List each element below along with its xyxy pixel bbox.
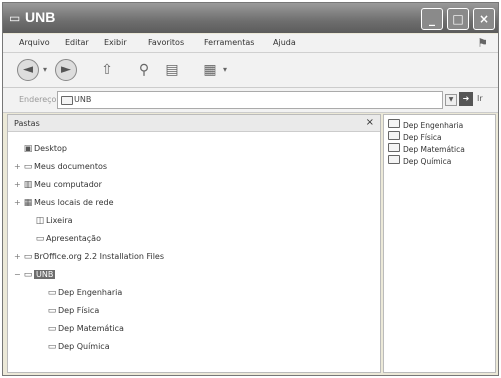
tree-item-label: Apresentação [46,234,101,243]
close-pane-icon[interactable]: × [366,117,374,128]
tree-item[interactable]: ▭ Dep Engenharia [38,285,123,301]
tree-item[interactable]: ◫ Lixeira [26,213,73,229]
folder-icon [61,96,73,105]
explorer-window: ▭ UNB _ □ × Arquivo Editar Exibir Favori… [2,2,499,376]
expander-icon[interactable]: + [14,195,22,211]
close-button[interactable]: × [473,8,495,30]
window-title: UNB [25,9,56,25]
file-list-label: Dep Física [403,133,442,142]
menu-bar: Arquivo Editar Exibir Favoritos Ferramen… [3,34,498,53]
tree-item[interactable]: + ▥ Meu computador [14,177,102,193]
menu-exibir[interactable]: Exibir [104,38,127,47]
folder-icon: ▭ [47,288,57,298]
folder-icon: ▭ [47,342,57,352]
views-dropdown-icon[interactable]: ▾ [221,59,229,81]
tree-item[interactable]: ▭ Dep Física [38,303,99,319]
tree-item[interactable]: + ▦ Meus locais de rede [14,195,114,211]
folder-open-icon: ▭ [23,270,33,280]
go-arrow-icon[interactable]: ➜ [459,92,473,106]
expander-icon[interactable]: + [14,249,22,265]
address-dropdown-icon[interactable]: ▼ [445,94,457,106]
address-bar: Endereço UNB ▼ ➜ Ir [3,88,498,113]
tree-item-label: UNB [34,270,56,279]
up-folder-icon[interactable]: ⇧ [99,59,115,81]
file-list-item[interactable]: Dep Química [388,155,451,167]
folders-pane-title: Pastas [14,119,40,128]
folder-icon: ▭ [23,162,33,172]
file-list-label: Dep Matemática [403,145,465,154]
network-icon: ▦ [23,198,33,208]
toolbar: ◄ ▾ ► ⇧ ⚲ ▤ ▦ ▾ [3,53,498,88]
tree-item-label: Lixeira [46,216,73,225]
windows-logo-icon: ⚑ [477,36,488,50]
folder-icon [388,119,400,128]
folder-icon: ▭ [23,252,33,262]
folders-pane-header: Pastas × [8,115,380,132]
back-arrow-icon: ◄ [23,62,33,77]
tree-item[interactable]: + ▭ Meus documentos [14,159,107,175]
folders-pane: Pastas × ▣ Desktop + ▭ Meus documentos + ▥ Meu … [7,114,381,373]
tree-item-label: Dep Química [58,342,110,351]
menu-ajuda[interactable]: Ajuda [273,38,296,47]
tree-item-label: Dep Física [58,306,100,315]
contents-pane: Dep Engenharia Dep Física Dep Matemática De… [383,114,496,373]
minimize-button[interactable]: _ [421,8,443,30]
expander-icon[interactable]: + [14,177,22,193]
file-list-item[interactable]: Dep Engenharia [388,119,463,131]
tree-item[interactable]: ▭ Dep Química [38,339,110,355]
address-value: UNB [74,95,92,104]
menu-editar[interactable]: Editar [65,38,89,47]
folder-icon [388,131,400,140]
tree-item-label: Dep Engenharia [58,288,123,297]
forward-button[interactable]: ► [55,59,77,81]
title-bar[interactable]: ▭ UNB _ □ × [3,3,498,33]
tree-item-label: Desktop [34,144,67,153]
tree-item-label: BrOffice.org 2.2 Installation Files [34,252,165,261]
file-list-label: Dep Engenharia [403,121,464,130]
tree-item-label: Dep Matemática [58,324,124,333]
file-list-item[interactable]: Dep Física [388,131,442,143]
forward-arrow-icon: ► [61,62,71,77]
menu-arquivo[interactable]: Arquivo [19,38,50,47]
desktop-icon: ▣ [23,144,33,154]
tree-item[interactable]: ▭ Apresentação [26,231,101,247]
folder-icon: ▭ [47,324,57,334]
tree-item[interactable]: ▣ Desktop [14,141,67,157]
file-list-item[interactable]: Dep Matemática [388,143,465,155]
file-list-label: Dep Química [403,157,452,166]
address-field[interactable]: UNB [57,91,443,109]
tree-item-label: Meu computador [34,180,102,189]
views-icon[interactable]: ▦ [199,59,221,81]
tree-item-label: Meus documentos [34,162,108,171]
folder-icon: ▭ [47,306,57,316]
maximize-button[interactable]: □ [447,8,469,30]
menu-favoritos[interactable]: Favoritos [148,38,184,47]
folder-icon [388,155,400,164]
search-icon[interactable]: ⚲ [133,59,155,81]
expander-icon[interactable]: + [14,159,22,175]
tree-item[interactable]: ▭ Dep Matemática [38,321,124,337]
expander-icon[interactable]: − [14,267,22,283]
folders-icon[interactable]: ▤ [161,59,183,81]
menu-ferramentas[interactable]: Ferramentas [204,38,254,47]
address-label: Endereço [19,95,57,104]
folder-window-icon: ▭ [9,11,21,25]
recycle-bin-icon: ◫ [35,216,45,226]
go-button[interactable]: Ir [477,94,483,103]
back-button[interactable]: ◄ [17,59,39,81]
folder-icon [388,143,400,152]
computer-icon: ▥ [23,180,33,190]
tree-item[interactable]: + ▭ BrOffice.org 2.2 Installation Files [14,249,164,265]
folder-icon: ▭ [35,234,45,244]
back-dropdown-icon[interactable]: ▾ [41,59,49,81]
tree-item[interactable]: − ▭ UNB [14,267,56,283]
tree-item-label: Meus locais de rede [34,198,114,207]
